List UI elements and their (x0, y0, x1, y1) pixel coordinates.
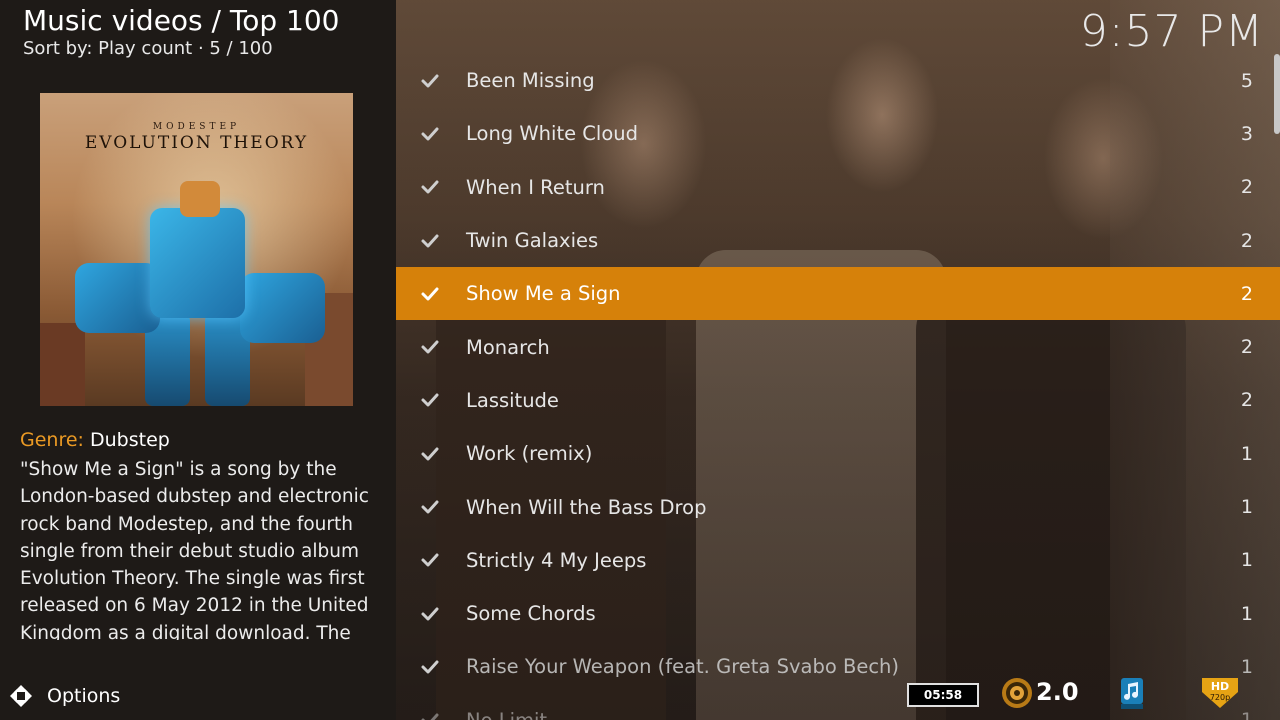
list-item-title: Lassitude (466, 388, 559, 412)
watched-check-icon (421, 287, 439, 301)
clock: 9:57 PM (1079, 6, 1264, 57)
resolution-label: 720p (1210, 693, 1230, 702)
genre-label: Genre: (20, 429, 84, 451)
watched-check-icon (421, 127, 439, 141)
list-item[interactable]: Work (remix) 1 (396, 427, 1280, 480)
cover-band-name: MODESTEP (152, 122, 241, 132)
hd-label: HD (1211, 680, 1229, 693)
audio-channels: 2.0 (1036, 678, 1079, 706)
watched-check-icon (421, 340, 439, 354)
list-item-title: Show Me a Sign (466, 282, 621, 306)
list-item-playcount: 2 (1240, 176, 1253, 199)
list-item-title: Twin Galaxies (466, 229, 599, 253)
album-cover: MODESTEP EVOLUTION THEORY (40, 93, 353, 406)
watched-check-icon (421, 500, 439, 514)
list-item-title: Strictly 4 My Jeeps (466, 548, 647, 572)
watched-check-icon (421, 660, 439, 674)
genre-line: Genre: Dubstep (20, 429, 170, 451)
speaker-icon (1002, 678, 1032, 708)
genre-value: Dubstep (90, 429, 170, 451)
music-video-list: Been Missing 5 Long White Cloud 3 When I Ret… (396, 54, 1280, 720)
watched-check-icon (421, 393, 439, 407)
list-item[interactable]: Monarch 2 (396, 321, 1280, 374)
list-item-title: Raise Your Weapon (feat. Greta Svabo Bec… (466, 655, 900, 679)
list-item-title: When Will the Bass Drop (466, 495, 707, 519)
list-item[interactable]: Long White Cloud 3 (396, 107, 1280, 160)
aac-codec-icon (1121, 678, 1143, 709)
list-item-title: No Limit (466, 709, 547, 720)
list-item-playcount: 1 (1240, 496, 1253, 519)
list-item-playcount: 1 (1240, 602, 1253, 625)
page-title: Music videos / Top 100 (23, 4, 340, 37)
list-item-playcount: 1 (1240, 442, 1253, 465)
list-item-playcount: 3 (1240, 122, 1253, 145)
watched-check-icon (421, 713, 439, 720)
hd-720p-icon: HD 720p (1202, 678, 1238, 708)
options-label: Options (47, 685, 121, 707)
options-button[interactable]: Options (8, 682, 120, 710)
list-item-playcount: 2 (1240, 282, 1253, 305)
sort-info: Sort by: Play count · 5 / 100 (23, 38, 273, 59)
watched-check-icon (421, 447, 439, 461)
list-item[interactable]: Been Missing 5 (396, 54, 1280, 107)
list-item[interactable]: Lassitude 2 (396, 374, 1280, 427)
watched-check-icon (421, 74, 439, 88)
cover-album-name: EVOLUTION THEORY (84, 133, 309, 153)
list-item-title: Work (remix) (466, 442, 593, 466)
watched-check-icon (421, 607, 439, 621)
list-item-playcount: 1 (1241, 709, 1253, 720)
list-item-title: Monarch (466, 335, 550, 359)
list-item[interactable]: Twin Galaxies 2 (396, 214, 1280, 267)
plot-description: "Show Me a Sign" is a song by the London… (20, 459, 369, 640)
list-item-playcount: 2 (1240, 229, 1253, 252)
duration-badge: 05:58 (907, 683, 979, 707)
list-item[interactable]: When I Return 2 (396, 161, 1280, 214)
watched-check-icon (421, 234, 439, 248)
list-item-title: Long White Cloud (466, 122, 638, 146)
list-item-playcount: 5 (1240, 69, 1253, 92)
list-item-title: When I Return (466, 175, 605, 199)
list-scrollbar[interactable] (1274, 54, 1280, 134)
watched-check-icon (421, 180, 439, 194)
watched-check-icon (421, 553, 439, 567)
list-item-playcount: 2 (1240, 389, 1253, 412)
list-item[interactable]: When Will the Bass Drop 1 (396, 480, 1280, 533)
list-item-playcount: 2 (1240, 336, 1253, 359)
list-item[interactable]: Some Chords 1 (396, 587, 1280, 640)
options-icon (10, 685, 32, 707)
list-item[interactable]: Show Me a Sign 2 (396, 267, 1280, 321)
list-item-title: Some Chords (466, 602, 596, 626)
info-panel: Music videos / Top 100 Sort by: Play cou… (0, 0, 396, 720)
list-item[interactable]: Strictly 4 My Jeeps 1 (396, 534, 1280, 587)
list-item-playcount: 1 (1240, 655, 1253, 678)
list-item-playcount: 1 (1240, 549, 1253, 572)
list-item-title: Been Missing (466, 69, 595, 93)
